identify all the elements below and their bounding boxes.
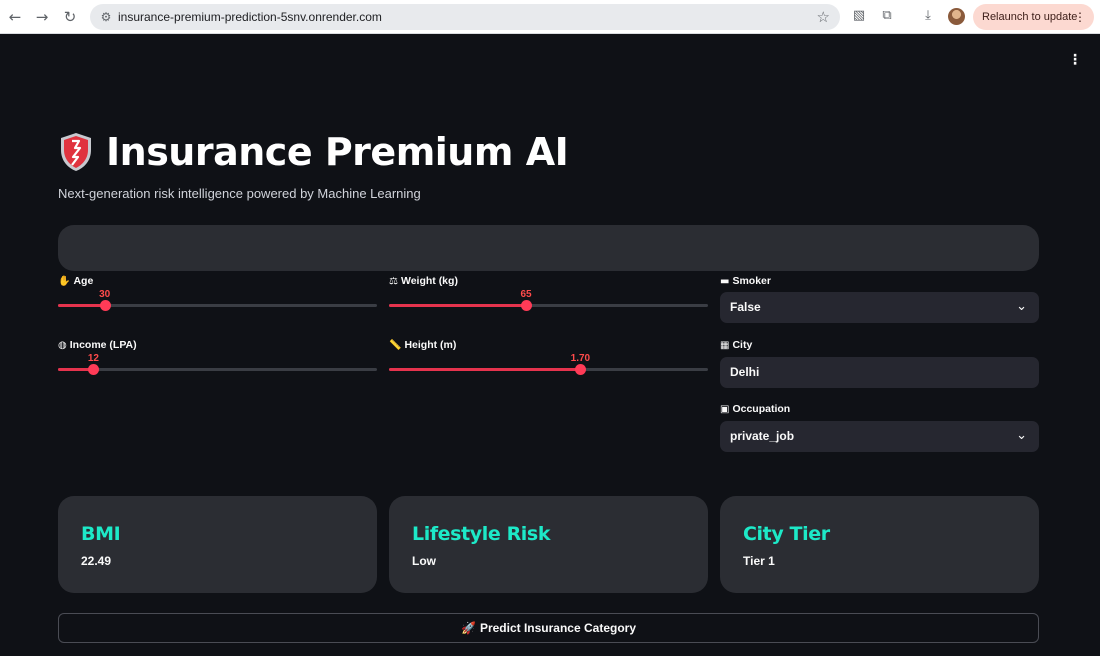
input-panel-header	[58, 225, 1039, 271]
slider-thumb[interactable]	[521, 300, 533, 311]
more-vert-icon[interactable]: ⋮	[1074, 4, 1086, 30]
relaunch-label: Relaunch to update	[982, 11, 1078, 23]
occupation-select[interactable]: private_job ⌄	[720, 421, 1039, 452]
bmi-value: 22.49	[81, 554, 112, 568]
site-settings-icon[interactable]: ⚙	[98, 9, 114, 25]
occupation-selected-value: private_job	[730, 429, 795, 443]
app-menu-icon[interactable]: ⋮	[1068, 50, 1082, 68]
page-subtitle: Next-generation risk intelligence powere…	[58, 186, 421, 201]
age-label: ✋ Age	[58, 275, 94, 287]
predict-button-label: Predict Insurance Category	[479, 621, 636, 635]
slider-value: 30	[99, 289, 111, 300]
slider-thumb[interactable]	[575, 364, 587, 375]
predict-button[interactable]: 🚀 Predict Insurance Category	[58, 613, 1039, 643]
slider-fill	[389, 304, 527, 307]
ruler-icon: 📏	[389, 340, 402, 351]
slider-fill	[389, 368, 581, 371]
slider-value: 1.70	[570, 353, 591, 364]
shield-icon	[61, 133, 91, 171]
lifestyle-risk-title: Lifestyle Risk	[412, 523, 551, 545]
cigarette-icon: ▬	[720, 276, 730, 287]
url-text[interactable]: insurance-premium-prediction-5snv.onrend…	[118, 9, 382, 25]
lifestyle-risk-value: Low	[412, 554, 436, 568]
bmi-card: BMI 22.49	[58, 496, 377, 593]
back-arrow-icon[interactable]: ←	[5, 7, 25, 27]
waving-hand-icon: ✋	[58, 276, 71, 287]
app-main: ⋮ Insurance Premium AI Next-generation r…	[0, 34, 1100, 656]
browser-toolbar: ← → ↻ ⚙ insurance-premium-prediction-5sn…	[0, 0, 1100, 34]
height-slider[interactable]: 1.70	[389, 353, 708, 375]
city-tier-value: Tier 1	[743, 554, 775, 568]
smoker-select[interactable]: False ⌄	[720, 292, 1039, 323]
profile-avatar[interactable]	[948, 8, 965, 25]
chevron-down-icon[interactable]: ⌄	[1016, 427, 1027, 445]
smoker-label: ▬ Smoker	[720, 275, 771, 287]
chevron-down-icon[interactable]: ⌄	[1016, 298, 1027, 316]
slider-value: 65	[520, 289, 532, 300]
briefcase-icon: ▣	[720, 404, 730, 415]
bmi-title: BMI	[81, 523, 121, 545]
height-label: 📏 Height (m)	[389, 339, 457, 351]
download-icon[interactable]: ⤓	[920, 8, 936, 24]
age-slider[interactable]: 30	[58, 289, 377, 311]
city-input[interactable]: Delhi	[720, 357, 1039, 388]
income-slider[interactable]: 12	[58, 353, 377, 375]
weight-label: ⚖ Weight (kg)	[389, 275, 458, 287]
extension-icon[interactable]: ▧	[851, 8, 867, 24]
rocket-icon: 🚀	[460, 621, 476, 635]
occupation-label: ▣ Occupation	[720, 403, 791, 415]
forward-arrow-icon[interactable]: →	[32, 7, 52, 27]
cityscape-icon: ▦	[720, 340, 730, 351]
slider-thumb[interactable]	[88, 364, 100, 375]
reload-icon[interactable]: ↻	[60, 7, 80, 27]
weight-slider[interactable]: 65	[389, 289, 708, 311]
lifestyle-risk-card: Lifestyle Risk Low	[389, 496, 708, 593]
city-value: Delhi	[730, 365, 760, 379]
extensions-puzzle-icon[interactable]: ⧉	[879, 8, 895, 24]
smoker-selected-value: False	[730, 300, 761, 314]
slider-thumb[interactable]	[99, 300, 111, 311]
city-tier-card: City Tier Tier 1	[720, 496, 1039, 593]
page-title: Insurance Premium AI	[106, 130, 569, 174]
slider-track[interactable]	[58, 368, 377, 371]
slider-fill	[58, 304, 105, 307]
city-label: ▦ City	[720, 339, 753, 351]
scale-icon: ⚖	[389, 276, 398, 287]
address-bar[interactable]: ⚙ insurance-premium-prediction-5snv.onre…	[90, 4, 840, 30]
relaunch-button[interactable]: Relaunch to update ⋮	[973, 4, 1094, 30]
money-bag-icon: ◍	[58, 340, 67, 351]
income-label: ◍ Income (LPA)	[58, 339, 137, 351]
city-tier-title: City Tier	[743, 523, 830, 545]
slider-value: 12	[87, 353, 99, 364]
bookmark-star-icon[interactable]: ☆	[817, 8, 830, 26]
